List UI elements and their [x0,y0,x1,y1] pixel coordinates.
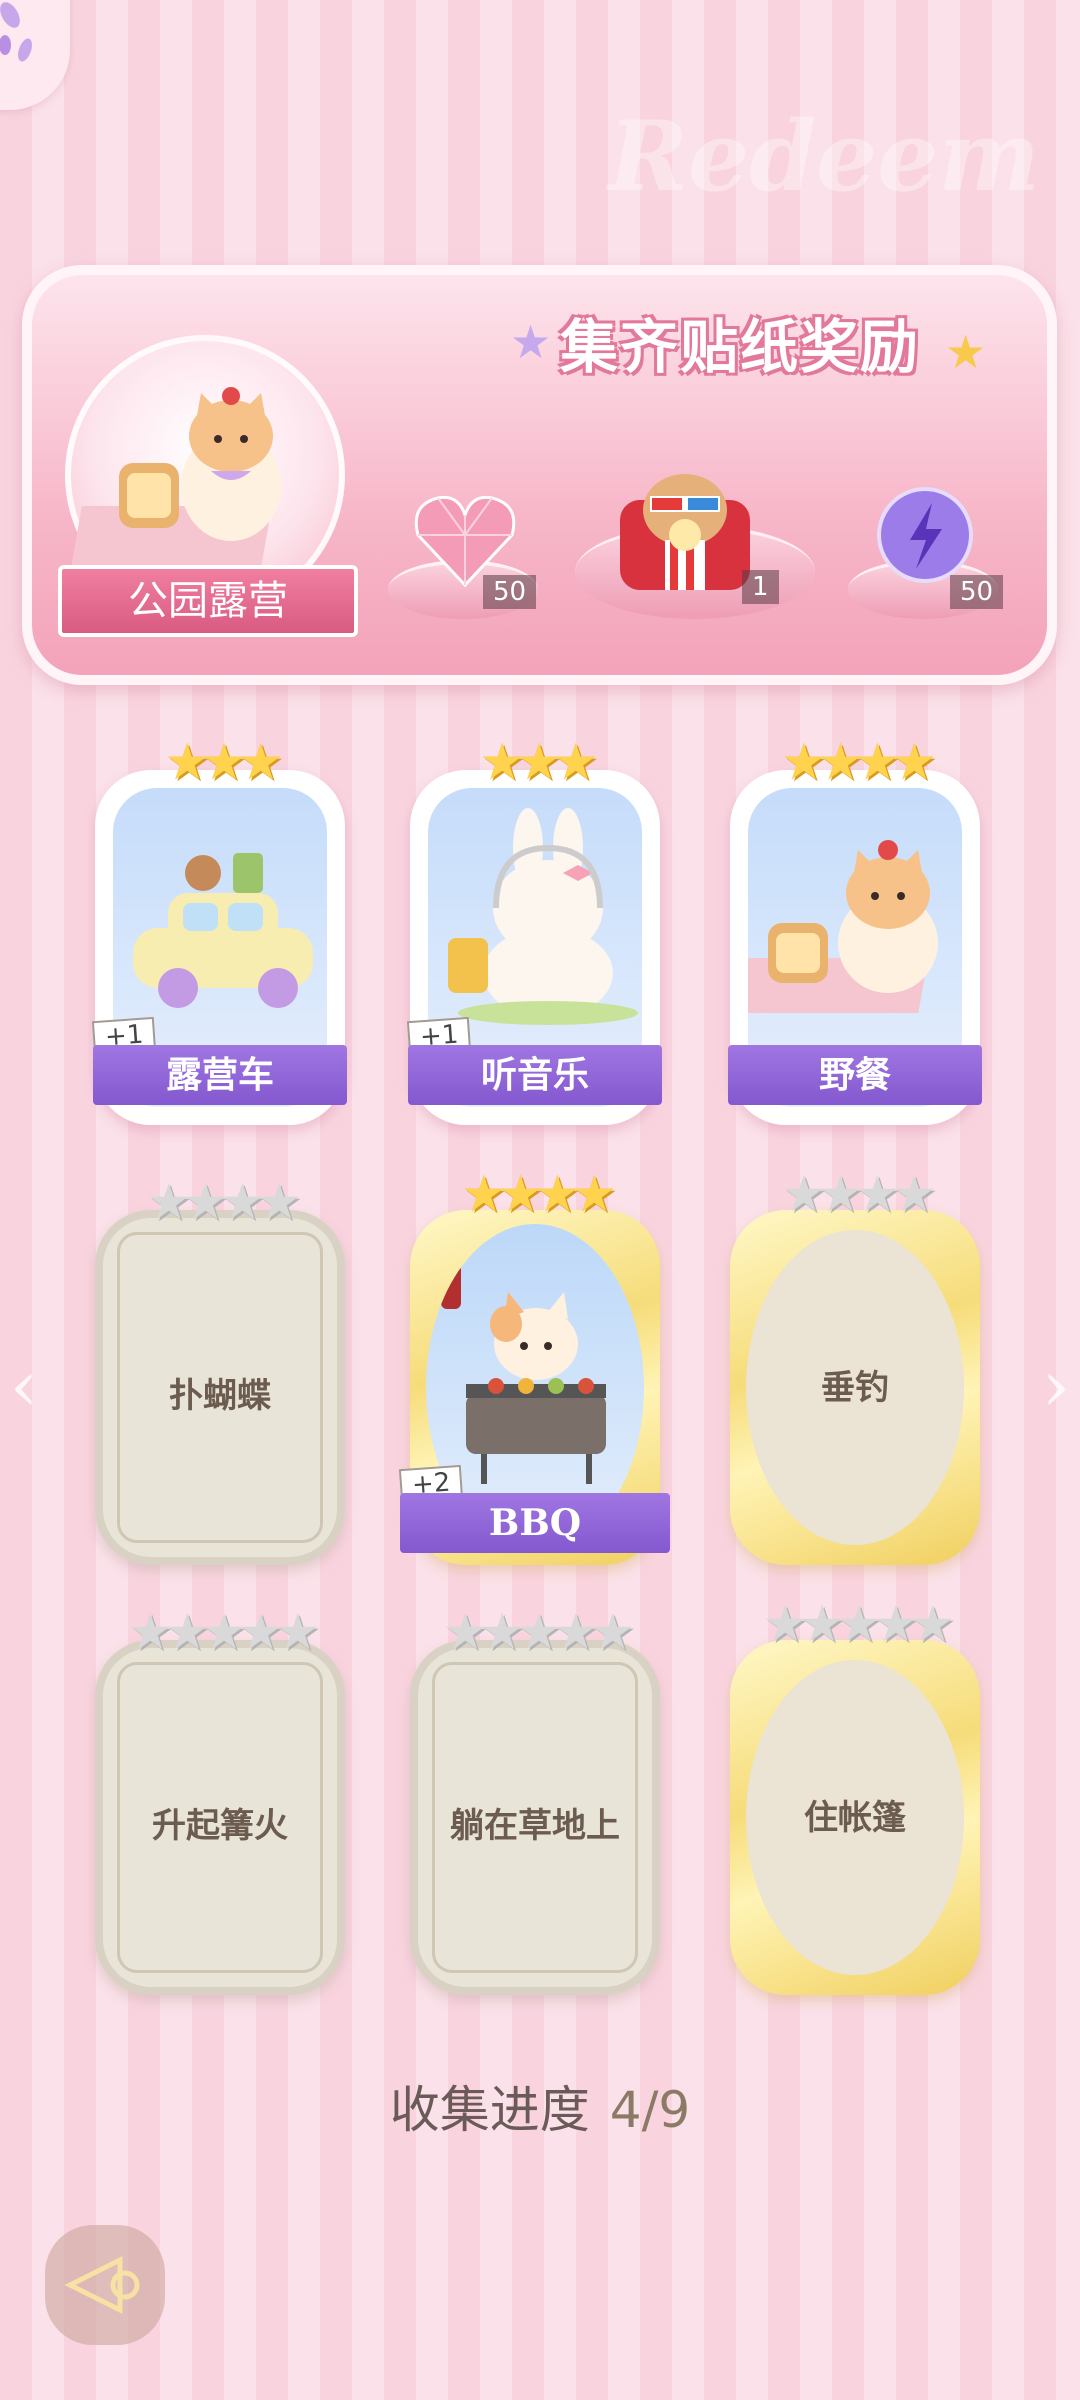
card-name: 垂钓 [821,1368,889,1408]
card-name: 野餐 [728,1045,982,1105]
card-name: BBQ [400,1493,670,1553]
star-icon: ★ [891,733,937,791]
card-name: 住帐篷 [804,1798,906,1838]
card-name: 听音乐 [408,1045,662,1105]
star-icon: ★ [442,1603,488,1661]
star-rating: ★★★ [103,734,337,790]
star-icon: ★ [238,733,283,791]
star-icon: ★ [855,1165,900,1223]
star-rating: ★★★★ [738,734,972,790]
menu-flower-button[interactable] [0,0,70,110]
previous-page-arrow-icon[interactable]: ‹ [10,1345,38,1427]
star-icon: ★ [516,733,562,791]
banner-watermark: Redeem [608,100,1040,213]
star-icon: ★ [164,1603,210,1661]
banner-title: 集齐贴纸奖励 [560,313,921,381]
star-icon: ★ [818,1165,863,1223]
star-icon: ★ [461,1165,506,1223]
sticker-card[interactable]: ★★★★ 扑蝴蝶 [95,1174,345,1565]
reward-count: 50 [950,575,1004,609]
star-icon: ★ [590,1603,635,1661]
star-icon: ★ [855,733,900,791]
card-name: 升起篝火 [152,1806,288,1846]
star-rating: ★★★ [418,734,652,790]
progress-value: 4/9 [609,2081,691,2139]
sticker-card[interactable]: ★★★ +1 听音乐 [406,734,662,1125]
star-icon: ★ [553,733,598,791]
star-icon: ★ [498,1165,543,1223]
sticker-card[interactable]: ★★★★ 垂钓 [730,1166,980,1565]
star-icon: ★ [183,1173,228,1231]
star-icon: ★ [164,733,210,791]
popcorn-cinema-cat-icon[interactable] [610,460,760,600]
sticker-card[interactable]: ★★★★★ 升起篝火 [95,1604,345,1995]
sticker-card[interactable]: ★★★★ 野餐 [728,734,982,1125]
star-icon: ★ [127,1603,173,1661]
star-icon: ★ [781,1165,826,1223]
star-icon: ★ [220,1173,265,1231]
star-icon: ★ [479,733,525,791]
star-icon: ★ [146,1173,191,1231]
star-icon: ★ [818,733,863,791]
card-name: 躺在草地上 [450,1806,620,1846]
purple-lightning-orb-icon[interactable] [870,485,980,585]
star-icon: ★ [535,1165,580,1223]
back-arrow-icon [64,2255,140,2315]
card-name: 扑蝴蝶 [169,1376,271,1416]
collection-progress: 收集进度 4/9 [0,2070,1080,2142]
star-decoration-icon: ★ [510,315,552,369]
star-icon: ★ [516,1603,562,1661]
star-decoration-icon: ★ [945,325,987,379]
star-icon: ★ [571,1165,617,1223]
star-icon: ★ [275,1603,320,1661]
sticker-card[interactable]: ★★★★★ 住帐篷 [730,1596,980,1995]
next-page-arrow-icon[interactable]: › [1042,1345,1070,1427]
star-icon: ★ [479,1603,525,1661]
back-button[interactable] [45,2225,165,2345]
map-name-ribbon: 公园露营 [58,565,358,637]
sticker-card[interactable]: ★★★ +1 露营车 [91,734,347,1125]
progress-label: 收集进度 [389,2081,590,2139]
star-rating: ★★★★★ [730,1596,980,1652]
flower-icon [0,2,32,62]
reward-count: 50 [483,575,537,609]
star-rating: ★★★★★ [103,1604,337,1660]
star-rating: ★★★★★ [418,1604,652,1660]
star-icon: ★ [891,1165,937,1223]
star-icon: ★ [781,733,826,791]
sticker-card[interactable]: ★★★★★ 躺在草地上 [410,1604,660,1995]
star-rating: ★★★★ [410,1166,660,1222]
star-icon: ★ [762,1595,808,1653]
star-icon: ★ [799,1595,845,1653]
card-name: 露营车 [93,1045,347,1105]
star-icon: ★ [873,1595,918,1653]
star-rating: ★★★★ [730,1166,980,1222]
star-icon: ★ [553,1603,598,1661]
star-icon: ★ [201,1603,247,1661]
reward-count: 1 [742,570,779,604]
star-icon: ★ [201,733,247,791]
star-rating: ★★★★ [103,1174,337,1230]
star-icon: ★ [256,1173,302,1231]
star-icon: ★ [238,1603,283,1661]
star-icon: ★ [836,1595,882,1653]
star-icon: ★ [910,1595,955,1653]
sticker-card[interactable]: ★★★★ +2 BBQ [398,1166,670,1565]
